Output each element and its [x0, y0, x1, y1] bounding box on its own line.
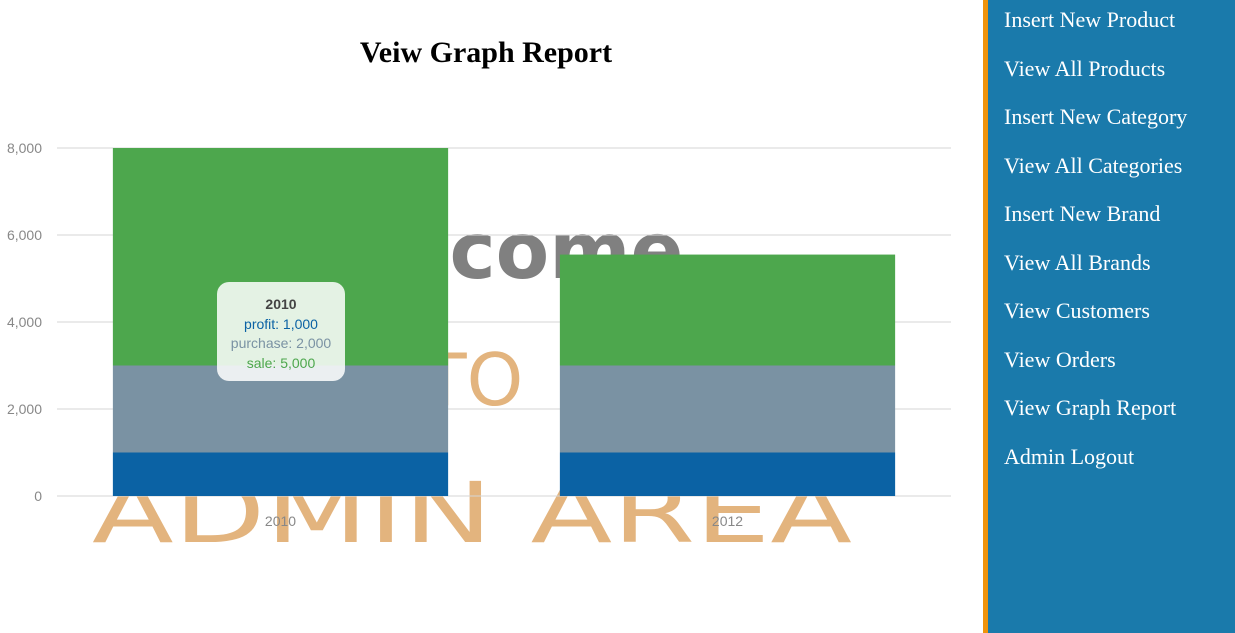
- y-tick-label: 8,000: [7, 140, 42, 156]
- sidebar-item-view-customers[interactable]: View Customers: [988, 291, 1235, 331]
- tooltip-purchase: purchase: 2,000: [230, 335, 332, 351]
- bar-sale-2012[interactable]: [559, 254, 896, 366]
- sidebar-item-insert-category[interactable]: Insert New Category: [988, 97, 1235, 137]
- tooltip-sale: sale: 5,000: [246, 354, 316, 371]
- sidebar-item-insert-product[interactable]: Insert New Product: [988, 0, 1235, 40]
- tooltip-profit: profit: 1,000: [244, 315, 318, 332]
- sidebar-item-view-products[interactable]: View All Products: [988, 49, 1235, 89]
- tooltip-title: 2010: [265, 296, 297, 312]
- x-tick-label: 2012: [712, 513, 743, 529]
- stacked-bar-chart: 0 2,000 4,000 6,000 8,000 2010 2012: [7, 140, 951, 529]
- chart-tooltip: 2010 profit: 1,000 purchase: 2,000 sale:…: [217, 282, 345, 381]
- bar-profit-2012[interactable]: [559, 452, 896, 497]
- bar-profit-2010[interactable]: [112, 452, 449, 497]
- sidebar-item-view-orders[interactable]: View Orders: [988, 340, 1235, 380]
- y-tick-label: 6,000: [7, 227, 42, 243]
- bar-purchase-2012[interactable]: [559, 365, 896, 453]
- sidebar-item-view-categories[interactable]: View All Categories: [988, 146, 1235, 186]
- sidebar-item-admin-logout[interactable]: Admin Logout: [988, 437, 1235, 477]
- y-tick-label: 4,000: [7, 314, 42, 330]
- sidebar-item-insert-brand[interactable]: Insert New Brand: [988, 194, 1235, 234]
- x-tick-label: 2010: [265, 513, 296, 529]
- main-content: Veiw Graph Report Welcome TO ADMIN AREA …: [0, 0, 983, 633]
- y-tick-label: 0: [34, 488, 42, 504]
- admin-sidebar: Insert New Product View All Products Ins…: [983, 0, 1235, 633]
- sidebar-item-view-brands[interactable]: View All Brands: [988, 243, 1235, 283]
- y-tick-label: 2,000: [7, 401, 42, 417]
- sidebar-item-view-graph-report[interactable]: View Graph Report: [988, 388, 1235, 428]
